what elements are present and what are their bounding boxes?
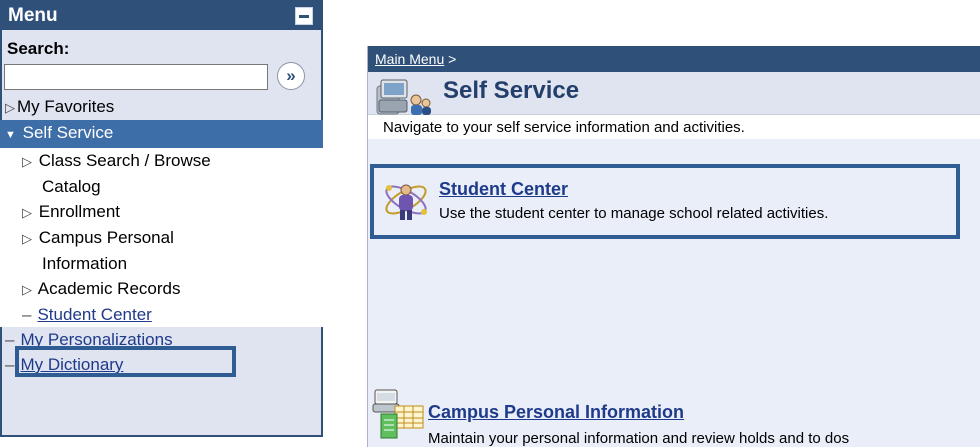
content-panel: Main Menu > Self Service Navigate to you…: [367, 46, 980, 447]
breadcrumb: Main Menu >: [368, 46, 980, 72]
expand-triangle-icon: ▷: [5, 100, 15, 115]
dash-icon: –: [5, 330, 15, 349]
page-description: Navigate to your self service informatio…: [368, 114, 980, 139]
student-center-title-link[interactable]: Student Center: [439, 179, 568, 200]
dash-icon: –: [22, 305, 32, 324]
menu-item-campus-personal[interactable]: ▷ Campus Personal: [0, 225, 323, 251]
card-student-center[interactable]: Student Center Use the student center to…: [370, 164, 960, 239]
expand-triangle-icon: ▷: [22, 282, 32, 297]
expand-triangle-icon: ▷: [22, 231, 32, 246]
search-label: Search:: [7, 39, 70, 58]
page-title: Self Service: [443, 77, 580, 104]
menu-header: Menu: [2, 2, 321, 30]
expand-triangle-icon: ▷: [22, 205, 32, 220]
menu-item-class-search-cont[interactable]: Catalog: [0, 174, 323, 199]
menu-item-class-search[interactable]: ▷ Class Search / Browse: [0, 148, 323, 174]
dash-icon: –: [5, 355, 15, 374]
page-title-bar: Self Service: [368, 72, 980, 115]
highlight-box-student-center: [15, 346, 236, 377]
campus-personal-information-icon: [372, 389, 424, 439]
search-input[interactable]: [4, 64, 268, 90]
breadcrumb-separator: >: [444, 51, 457, 67]
menu-item-enrollment[interactable]: ▷ Enrollment: [0, 199, 323, 225]
menu-title: Menu: [8, 5, 58, 26]
student-center-icon: [385, 184, 427, 220]
student-center-link[interactable]: Student Center: [37, 305, 151, 324]
campus-personal-information-description: Maintain your personal information and r…: [428, 430, 850, 447]
student-center-description: Use the student center to manage school …: [439, 205, 829, 222]
campus-personal-information-link[interactable]: Campus Personal Information: [428, 402, 684, 423]
expand-triangle-icon: ▷: [22, 154, 32, 169]
menu-item-self-service[interactable]: ▼ Self Service: [0, 120, 323, 148]
menu-item-campus-personal-cont[interactable]: Information: [0, 251, 323, 276]
self-service-submenu: ▷ Class Search / Browse Catalog ▷ Enroll…: [0, 148, 323, 327]
menu-item-academic-records[interactable]: ▷ Academic Records: [0, 276, 323, 302]
menu-item-my-favorites[interactable]: ▷ My Favorites: [2, 94, 321, 120]
search-go-icon[interactable]: »: [277, 62, 305, 90]
collapse-triangle-icon: ▼: [5, 129, 16, 141]
menu-item-student-center[interactable]: – Student Center: [0, 302, 323, 327]
menu-panel: Menu Search: » ▷ My Favorites ▼ Self Serv…: [0, 0, 323, 437]
breadcrumb-main-menu[interactable]: Main Menu: [375, 51, 444, 67]
self-service-icon: [376, 79, 431, 115]
collapse-icon[interactable]: [295, 7, 313, 25]
